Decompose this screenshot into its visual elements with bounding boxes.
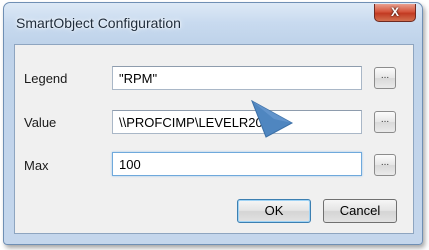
- window-title: SmartObject Configuration: [16, 15, 181, 31]
- dialog-window: SmartObject Configuration X Legend "RPM"…: [3, 2, 423, 245]
- legend-label: Legend: [24, 71, 68, 86]
- max-browse-button[interactable]: ...: [374, 154, 396, 176]
- max-field[interactable]: 100: [112, 152, 362, 176]
- max-label: Max: [24, 158, 49, 173]
- value-browse-button[interactable]: ...: [374, 111, 396, 133]
- dialog-body: Legend "RPM" ... Value \\PROFCIMP\LEVELR…: [14, 44, 414, 234]
- ok-button[interactable]: OK: [237, 199, 311, 223]
- legend-browse-button[interactable]: ...: [374, 67, 396, 89]
- cancel-button[interactable]: Cancel: [323, 199, 397, 223]
- value-field[interactable]: \\PROFCIMP\LEVELR201: [112, 110, 362, 134]
- title-bar[interactable]: SmartObject Configuration X: [4, 3, 422, 43]
- value-label: Value: [24, 115, 57, 130]
- pointer-arrow-icon: [251, 99, 294, 138]
- legend-field[interactable]: "RPM": [112, 66, 362, 90]
- close-button[interactable]: X: [374, 4, 416, 22]
